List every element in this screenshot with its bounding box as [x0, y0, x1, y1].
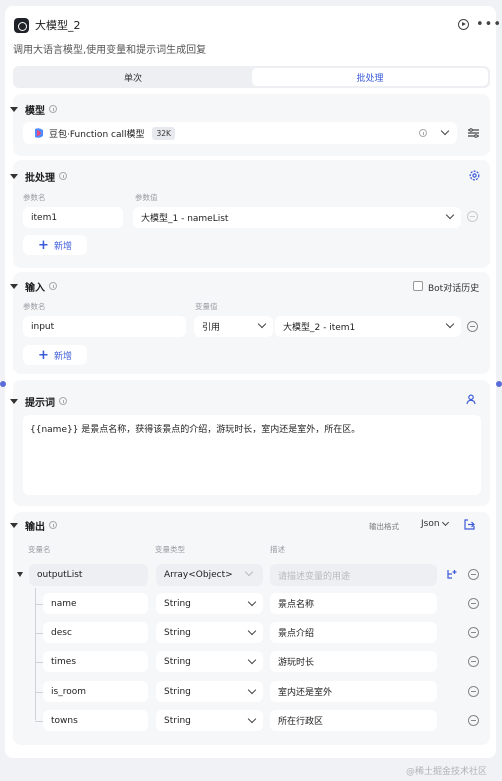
- model-info-icon[interactable]: [419, 129, 427, 137]
- node-description: 调用大语言模型,使用变量和提示词生成回复: [13, 45, 207, 56]
- prompt-section-header[interactable]: 提示词: [10, 394, 67, 409]
- model-section-label: 模型: [25, 105, 45, 117]
- llm-node-icon: [14, 17, 29, 33]
- output-child-type-select[interactable]: String: [156, 681, 263, 702]
- info-icon: [49, 282, 57, 290]
- batch-value-col-label: 参数值: [135, 193, 158, 202]
- output-child-name-input[interactable]: desc: [43, 622, 148, 643]
- remove-row-icon[interactable]: [468, 686, 479, 697]
- model-select[interactable]: 豆包·Function call模型 32K: [23, 122, 457, 144]
- tree-branch: [35, 633, 43, 634]
- node-header: 大模型_2: [14, 17, 81, 33]
- output-child-type-select[interactable]: String: [156, 651, 263, 672]
- collapse-caret-icon: [10, 106, 18, 112]
- output-format-select[interactable]: Json: [421, 519, 440, 529]
- output-root-desc-input[interactable]: 请描述变量的用途: [270, 564, 437, 586]
- model-context-badge: 32K: [152, 126, 175, 140]
- batch-add-label: 新增: [53, 241, 72, 252]
- model-section-header[interactable]: 模型: [10, 102, 57, 117]
- tree-branch: [35, 662, 43, 663]
- collapse-caret-icon: [10, 173, 18, 179]
- bot-history-label: Bot对话历史: [428, 284, 480, 294]
- output-port-handle[interactable]: [496, 381, 502, 387]
- batch-param-value-select[interactable]: 大模型_1 - nameList: [133, 207, 461, 228]
- expand-caret-icon[interactable]: [17, 572, 23, 577]
- more-icon[interactable]: •••: [476, 17, 502, 32]
- output-child-desc-input[interactable]: 所在行政区: [270, 710, 437, 731]
- output-child-name-input[interactable]: is_room: [43, 681, 148, 702]
- prompt-textarea[interactable]: {{name}} 是景点名称，获得该景点的介绍，游玩时长，室内还是室外，所在区。: [23, 415, 481, 495]
- remove-row-icon[interactable]: [468, 569, 479, 580]
- remove-row-icon[interactable]: [468, 627, 479, 638]
- output-child-desc-input[interactable]: 游玩时长: [270, 651, 437, 672]
- settings-sliders-icon[interactable]: [468, 128, 479, 138]
- tree-branch: [35, 692, 43, 693]
- batch-section-header[interactable]: 批处理: [10, 169, 67, 184]
- remove-row-icon[interactable]: [468, 598, 479, 609]
- info-icon: [59, 397, 67, 405]
- remove-row-icon[interactable]: [468, 715, 479, 726]
- input-add-label: 新增: [53, 351, 72, 362]
- input-value-col-label: 变量值: [195, 302, 218, 311]
- output-child-type-select[interactable]: String: [156, 593, 263, 614]
- info-icon: [49, 521, 57, 529]
- gear-icon[interactable]: [469, 170, 480, 181]
- output-child-name-input[interactable]: towns: [43, 710, 148, 731]
- input-port-handle[interactable]: [0, 381, 6, 387]
- watermark: @稀土掘金技术社区: [406, 767, 488, 777]
- output-section-header[interactable]: 输出: [10, 518, 57, 533]
- plus-icon: +: [38, 237, 49, 253]
- remove-row-icon[interactable]: [467, 321, 478, 332]
- output-name-col-label: 变量名: [28, 545, 51, 554]
- batch-param-name-input[interactable]: item1: [23, 207, 123, 228]
- output-child-desc-input[interactable]: 景点名称: [270, 593, 437, 614]
- output-child-type-select[interactable]: String: [156, 622, 263, 643]
- remove-row-icon[interactable]: [467, 211, 478, 222]
- input-section-header[interactable]: 输入: [10, 279, 57, 294]
- output-root-name-input[interactable]: outputList: [29, 564, 148, 586]
- output-child-type-select[interactable]: String: [156, 710, 263, 731]
- prompt-section-label: 提示词: [25, 397, 55, 409]
- input-param-col-label: 参数名: [23, 302, 46, 311]
- batch-param-col-label: 参数名: [23, 193, 46, 202]
- input-value-select[interactable]: 大模型_2 - item1: [275, 316, 461, 337]
- bot-history-checkbox[interactable]: [413, 281, 423, 291]
- model-name: 豆包·Function call模型: [49, 129, 145, 140]
- collapse-caret-icon: [10, 398, 18, 404]
- plus-icon: +: [38, 347, 49, 363]
- tab-single[interactable]: 单次: [15, 68, 251, 86]
- output-child-desc-input[interactable]: 室内还是室外: [270, 681, 437, 702]
- run-icon[interactable]: [458, 19, 469, 30]
- collapse-caret-icon: [10, 283, 18, 289]
- input-add-button[interactable]: + 新增: [23, 345, 87, 365]
- batch-section-label: 批处理: [25, 172, 55, 184]
- tree-connector: [35, 588, 36, 720]
- node-title[interactable]: 大模型_2: [35, 17, 81, 33]
- tab-batch[interactable]: 批处理: [252, 68, 488, 86]
- output-type-col-label: 变量类型: [155, 545, 185, 554]
- output-child-name-input[interactable]: times: [43, 651, 148, 672]
- batch-add-button[interactable]: + 新增: [23, 235, 87, 255]
- input-param-name-input[interactable]: input: [23, 316, 186, 337]
- doubao-logo-icon: [35, 128, 43, 138]
- prompt-library-icon[interactable]: [466, 394, 477, 405]
- tree-branch: [35, 721, 43, 722]
- input-section-label: 输入: [25, 282, 45, 294]
- remove-row-icon[interactable]: [468, 656, 479, 667]
- output-child-name-input[interactable]: name: [43, 593, 148, 614]
- tree-branch: [35, 604, 43, 605]
- info-icon: [49, 105, 57, 113]
- collapse-caret-icon: [10, 522, 18, 528]
- mode-tabs: 单次 批处理: [13, 66, 490, 88]
- output-child-desc-input[interactable]: 景点介绍: [270, 622, 437, 643]
- export-icon[interactable]: [464, 519, 475, 530]
- output-desc-col-label: 描述: [270, 545, 285, 554]
- output-format-label: 输出格式: [369, 522, 399, 531]
- output-section-label: 输出: [25, 521, 45, 533]
- info-icon: [59, 172, 67, 180]
- add-child-icon[interactable]: [446, 569, 457, 580]
